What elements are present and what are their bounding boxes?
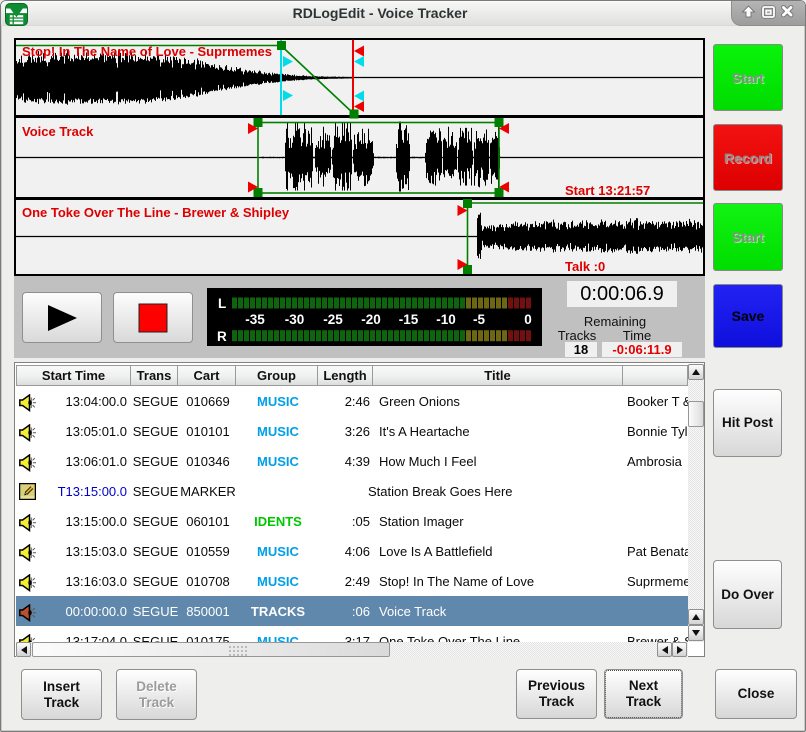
svg-text:-10: -10 [436, 312, 456, 327]
svg-text:-35: -35 [245, 312, 265, 327]
svg-text:-5: -5 [473, 312, 485, 327]
svg-text:R: R [217, 329, 227, 344]
svg-text:L: L [218, 296, 226, 311]
svg-text:-15: -15 [399, 312, 419, 327]
svg-text:-25: -25 [323, 312, 343, 327]
svg-text:0: 0 [524, 312, 532, 327]
svg-text:-30: -30 [285, 312, 305, 327]
svg-text:-20: -20 [361, 312, 381, 327]
